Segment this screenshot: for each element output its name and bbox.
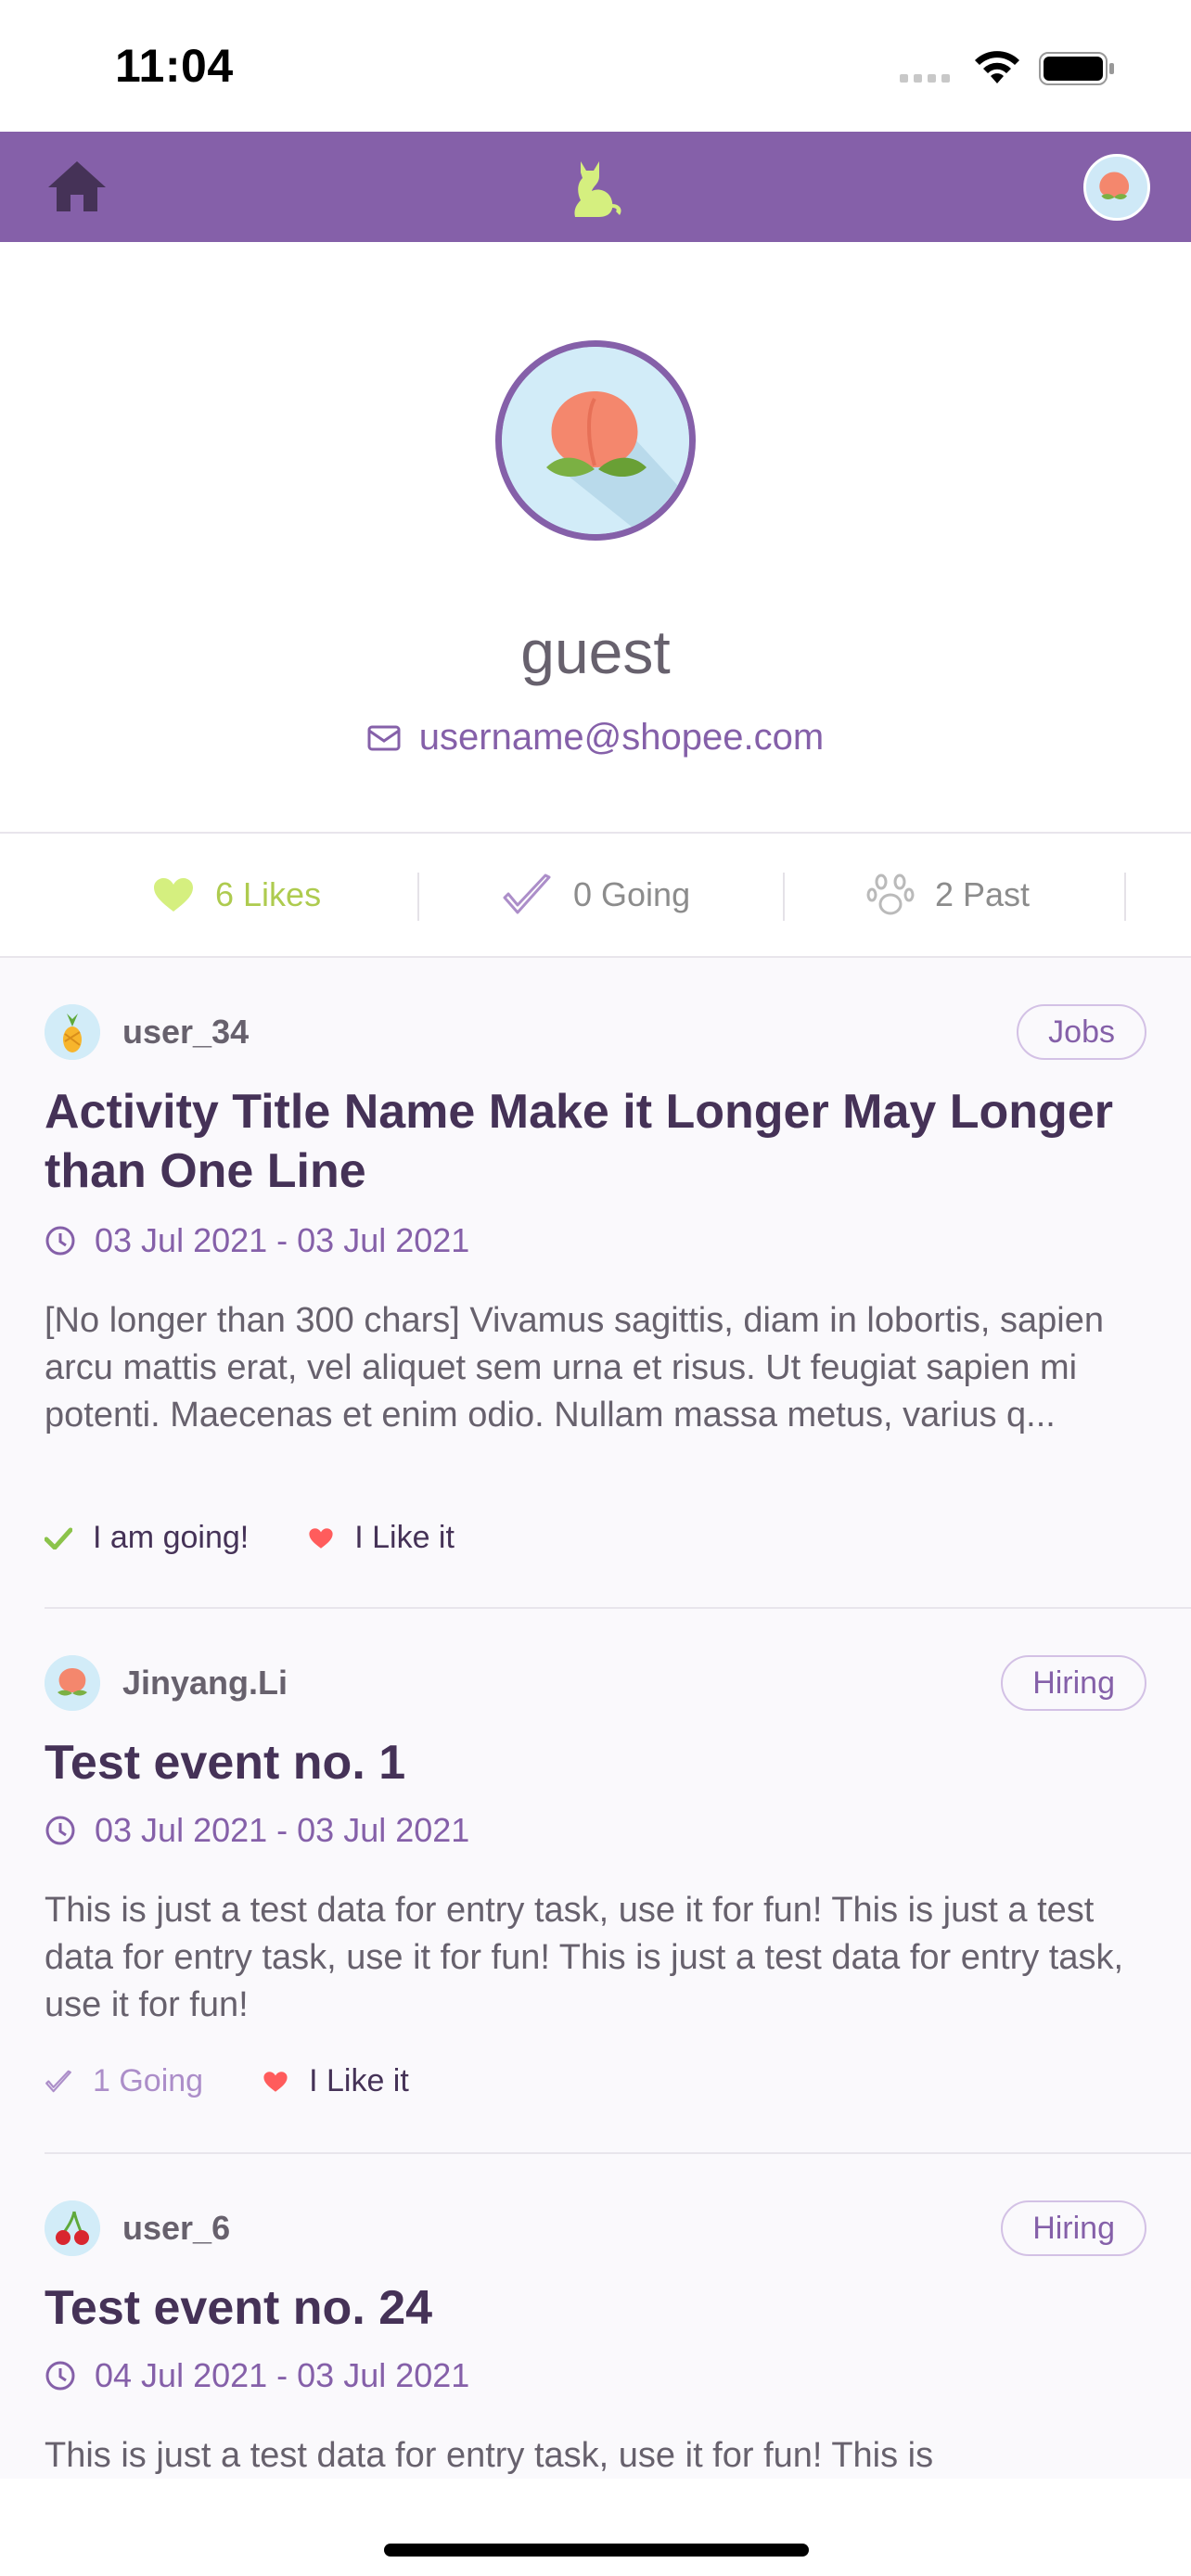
event-title[interactable]: Test event no. 24 [45,2278,1139,2338]
wifi-icon [975,51,1019,83]
profile-avatar [495,340,696,541]
like-label: I Like it [309,2063,409,2098]
battery-icon [1039,52,1114,85]
clock-icon [45,2361,75,2391]
status-time: 11:04 [115,40,234,92]
profile-header: guest username@shopee.com [0,242,1191,832]
user-avatar-button[interactable] [1083,154,1150,221]
tab-likes-label: 6 Likes [215,875,322,913]
card-username[interactable]: user_6 [122,2209,230,2248]
card-actions: I am going! I Like it [45,1520,514,1556]
card-username[interactable]: user_34 [122,1013,249,1052]
card-username[interactable]: Jinyang.Li [122,1664,288,1702]
card-actions: 1 Going I Like it [45,2063,468,2099]
channel-tag[interactable]: Hiring [1001,1655,1146,1711]
profile-username: guest [520,618,671,686]
tab-divider [1124,873,1126,921]
status-bar: 11:04 [0,0,1191,132]
event-title[interactable]: Activity Title Name Make it Longer May L… [45,1082,1139,1201]
card-header: user_6 [45,2200,230,2256]
event-description: [No longer than 300 chars] Vivamus sagit… [45,1301,1105,1435]
event-card[interactable]: user_34 Jobs Activity Title Name Make it… [0,958,1191,1607]
event-card[interactable]: Jinyang.Li Hiring Test event no. 1 03 Ju… [0,1609,1191,2152]
paw-icon [866,874,915,915]
event-date: 03 Jul 2021 - 03 Jul 2021 [45,1221,469,1260]
heart-icon [154,878,193,912]
event-title[interactable]: Test event no. 1 [45,1733,1139,1792]
profile-tabs: 6 Likes 0 Going 2 Past [0,832,1191,958]
heart-icon [263,2071,288,2092]
cat-logo-icon[interactable] [568,156,625,219]
event-date: 03 Jul 2021 - 03 Jul 2021 [45,1811,469,1850]
clock-icon [45,1816,75,1845]
event-description: This is just a test data for entry task,… [45,2436,934,2475]
tab-likes[interactable]: 6 Likes [152,834,321,956]
home-indicator[interactable] [384,2544,809,2557]
event-description: This is just a test data for entry task,… [45,1891,1124,2024]
clock-icon [45,1226,75,1256]
going-button[interactable]: 1 Going [45,2063,203,2099]
user-avatar [45,2200,100,2256]
top-navbar [0,132,1191,242]
channel-tag[interactable]: Jobs [1017,1004,1146,1060]
event-date-text: 03 Jul 2021 - 03 Jul 2021 [95,1811,470,1849]
check-icon [45,1527,72,1549]
home-indicator-area [0,2479,1191,2576]
event-date-text: 04 Jul 2021 - 03 Jul 2021 [95,2356,470,2394]
check-outline-icon [503,874,551,914]
profile-email: username@shopee.com [418,717,825,758]
going-label: I am going! [93,1520,250,1555]
like-button[interactable]: I Like it [308,1520,455,1556]
check-outline-icon [45,2070,71,2092]
channel-tag[interactable]: Hiring [1001,2200,1146,2256]
going-button[interactable]: I am going! [45,1520,249,1556]
user-avatar [45,1655,100,1711]
tab-going[interactable]: 0 Going [501,834,690,956]
like-button[interactable]: I Like it [263,2063,409,2099]
card-header: Jinyang.Li [45,1655,288,1711]
event-list: user_34 Jobs Activity Title Name Make it… [0,958,1191,2479]
event-card[interactable]: user_6 Hiring Test event no. 24 04 Jul 2… [0,2154,1191,2479]
email-icon [367,725,401,750]
user-avatar [45,1004,100,1060]
card-header: user_34 [45,1004,249,1060]
event-date: 04 Jul 2021 - 03 Jul 2021 [45,2356,469,2395]
heart-icon [309,1527,333,1549]
tab-past-label: 2 Past [935,875,1031,913]
going-label: 1 Going [93,2063,204,2098]
like-label: I Like it [354,1520,455,1555]
tab-past[interactable]: 2 Past [866,834,1030,956]
signal-icon [900,74,950,83]
profile-email-row: username@shopee.com [0,717,1191,759]
home-icon[interactable] [46,158,108,215]
tab-going-label: 0 Going [573,875,691,913]
tab-divider [417,873,419,921]
tab-divider [783,873,785,921]
event-date-text: 03 Jul 2021 - 03 Jul 2021 [95,1221,470,1259]
